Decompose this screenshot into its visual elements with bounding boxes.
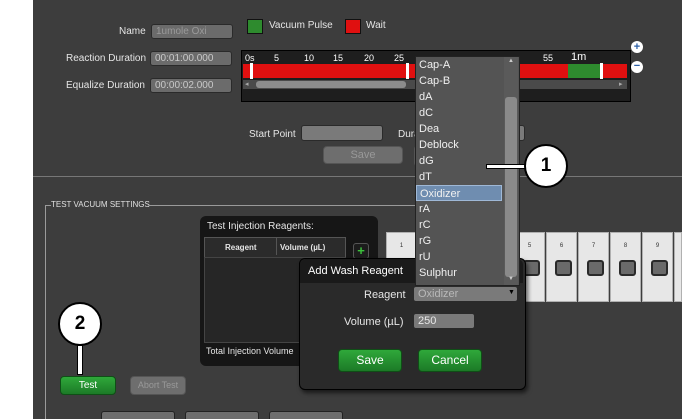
section-border — [45, 205, 46, 419]
scroll-left-icon[interactable]: ◂ — [245, 80, 249, 88]
dropdown-item[interactable]: rG — [416, 233, 502, 249]
section-border — [149, 205, 419, 206]
timeline-scroll-thumb[interactable] — [256, 81, 406, 88]
dropdown-item[interactable]: Cap-B — [416, 73, 502, 89]
rack-number: 7 — [591, 243, 596, 249]
callout-1-pointer — [486, 164, 526, 169]
rack-column[interactable]: 6 — [546, 232, 577, 302]
tick-label: 1m — [571, 51, 587, 63]
zoom-in-icon[interactable]: + — [631, 41, 643, 53]
injection-title: Test Injection Reagents: — [207, 221, 314, 232]
dropdown-item[interactable]: rA — [416, 201, 502, 217]
rack-number: 8 — [623, 243, 628, 249]
dropdown-item[interactable]: dC — [416, 105, 502, 121]
test-vacuum-settings-title: TEST VACUUM SETTINGS — [51, 200, 150, 209]
equalize-duration-label: Equalize Duration — [66, 80, 145, 91]
dropdown-scroll-thumb[interactable] — [505, 97, 517, 277]
rack-column[interactable]: 8 — [610, 232, 641, 302]
abort-test-button[interactable]: Abort Test — [130, 376, 186, 395]
tick-label: 20 — [364, 53, 375, 63]
wait-swatch — [345, 19, 361, 34]
vacuum-pulse-legend: Vacuum Pulse — [269, 20, 333, 31]
rack-number: 1 — [399, 243, 404, 249]
tick-label: 0s — [245, 53, 255, 63]
timeline-marker[interactable] — [250, 63, 253, 79]
tick-label: 15 — [333, 53, 344, 63]
callout-1: 1 — [524, 144, 568, 188]
dialog-cancel-button[interactable]: Cancel — [418, 349, 482, 372]
scroll-up-icon[interactable]: ▲ — [508, 58, 514, 64]
reaction-duration-label: Reaction Duration — [66, 53, 147, 64]
rack-knob[interactable] — [651, 260, 668, 276]
col-volume: Volume (µL) — [280, 243, 326, 252]
scroll-down-icon[interactable]: ▼ — [508, 276, 514, 282]
app-window: Name 1umole Oxi Reaction Duration 00:01:… — [33, 0, 682, 419]
tick-label: 10 — [304, 53, 315, 63]
bottom-button[interactable] — [101, 411, 175, 419]
rack-knob[interactable] — [587, 260, 604, 276]
start-point-field[interactable] — [301, 125, 383, 141]
name-label: Name — [119, 26, 146, 37]
col-divider — [276, 238, 277, 255]
col-reagent: Reagent — [225, 243, 257, 252]
test-button[interactable]: Test — [60, 376, 116, 395]
reagent-label: Reagent — [364, 289, 406, 301]
bottom-button[interactable] — [185, 411, 259, 419]
callout-2-pointer — [77, 345, 83, 375]
plus-icon[interactable]: + — [353, 243, 369, 259]
wait-legend: Wait — [366, 20, 386, 31]
chevron-down-icon[interactable]: ▼ — [508, 289, 515, 296]
timeline-marker[interactable] — [600, 63, 603, 79]
scroll-right-icon[interactable]: ▸ — [619, 80, 623, 88]
dialog-title: Add Wash Reagent — [308, 265, 403, 277]
dropdown-item[interactable]: Dea — [416, 121, 502, 137]
rack-knob[interactable] — [555, 260, 572, 276]
step-save-button[interactable]: Save — [323, 146, 403, 164]
rack-column[interactable]: 9 — [642, 232, 673, 302]
callout-2: 2 — [58, 302, 102, 346]
dialog-save-button[interactable]: Save — [338, 349, 402, 372]
dropdown-item[interactable]: Cap-A — [416, 57, 502, 73]
timeline-marker[interactable] — [406, 63, 409, 79]
zoom-out-icon[interactable]: − — [631, 61, 643, 73]
vacuum-pulse-segment — [568, 64, 603, 78]
rack-number: 6 — [559, 243, 564, 249]
dropdown-item[interactable]: Sulphur — [416, 265, 502, 281]
tick-label: 25 — [394, 53, 405, 63]
dropdown-item[interactable]: rC — [416, 217, 502, 233]
volume-field[interactable]: 250 — [413, 313, 475, 329]
rack-knob[interactable] — [619, 260, 636, 276]
name-field[interactable]: 1umole Oxi — [151, 24, 233, 39]
total-injection-label: Total Injection Volume — [206, 346, 294, 356]
rack-column[interactable]: 7 — [578, 232, 609, 302]
bottom-button[interactable] — [269, 411, 343, 419]
dropdown-item[interactable]: rU — [416, 249, 502, 265]
equalize-duration-field[interactable]: 00:00:02.000 — [150, 78, 232, 93]
dropdown-item-selected[interactable]: Oxidizer — [416, 185, 502, 201]
reagent-select-value: Oxidizer — [418, 288, 459, 300]
reagent-select[interactable]: Oxidizer — [413, 286, 518, 302]
reaction-duration-field[interactable]: 00:01:00.000 — [150, 51, 232, 66]
tick-label: 55 — [543, 53, 554, 63]
dropdown-item[interactable]: dT — [416, 169, 502, 185]
volume-label: Volume (µL) — [344, 316, 404, 328]
tick-label: 5 — [274, 53, 280, 63]
divider — [33, 176, 682, 177]
dropdown-item[interactable]: Deblock — [416, 137, 502, 153]
rack-number: 9 — [655, 243, 660, 249]
start-point-label: Start Point — [249, 129, 296, 140]
reagent-dropdown: Cap-A Cap-B dA dC Dea Deblock dG dT Oxid… — [415, 56, 520, 286]
vacuum-pulse-swatch — [247, 19, 263, 34]
rack-column — [674, 232, 682, 302]
dropdown-item[interactable]: dA — [416, 89, 502, 105]
